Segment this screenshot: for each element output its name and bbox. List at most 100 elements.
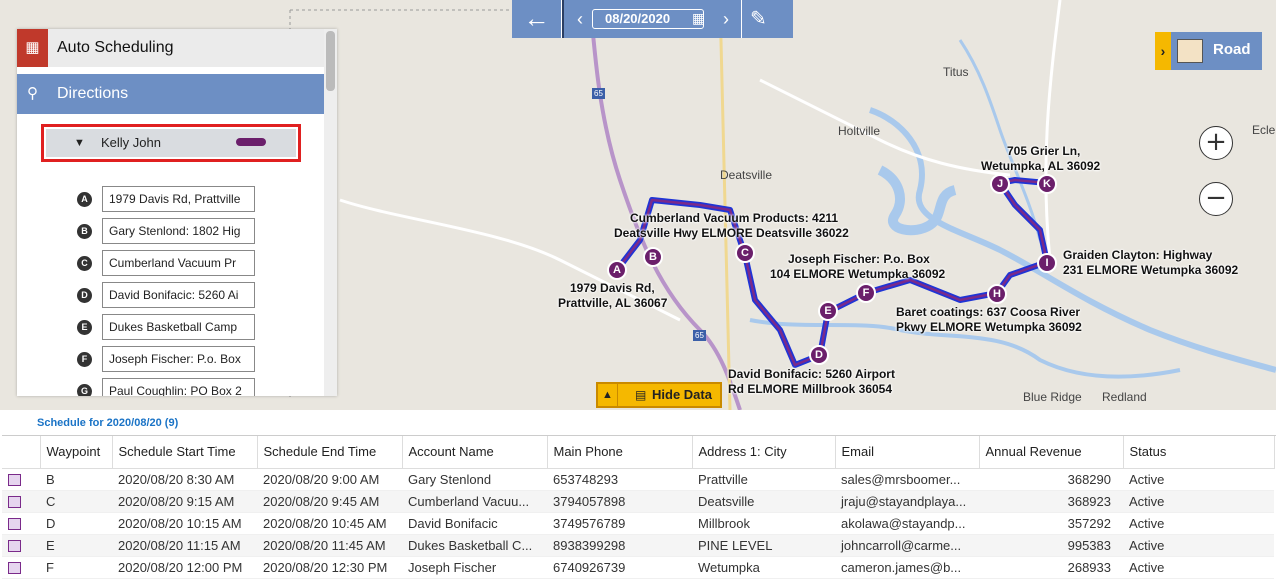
zoom-out-button[interactable]: − xyxy=(1199,182,1233,216)
map-type-button[interactable]: › Road xyxy=(1155,32,1262,70)
driver-route-row[interactable]: ▼ Kelly John xyxy=(41,124,301,162)
chevron-right-icon[interactable]: › xyxy=(716,0,736,38)
calendar-icon[interactable]: ▦ xyxy=(692,10,705,27)
panel-scrollbar[interactable] xyxy=(324,29,337,396)
waypoint-marker[interactable]: C xyxy=(735,243,755,263)
chevron-up-icon[interactable]: ▲ xyxy=(598,384,618,406)
column-header[interactable]: Status xyxy=(1123,436,1275,469)
auto-scheduling-label: Auto Scheduling xyxy=(57,39,174,56)
column-header[interactable]: Email xyxy=(835,436,980,469)
column-header[interactable]: Schedule Start Time xyxy=(112,436,258,469)
schedule-table: Waypoint Schedule Start Time Schedule En… xyxy=(2,436,1275,579)
chevron-left-icon[interactable]: ‹ xyxy=(570,0,590,38)
auto-scheduling-header[interactable]: ▦ Auto Scheduling xyxy=(17,29,324,67)
table-cell: Millbrook xyxy=(692,512,835,535)
table-cell: Prattville xyxy=(692,468,835,491)
stop-address-input[interactable]: Cumberland Vacuum Pr xyxy=(102,250,255,276)
table-cell: E xyxy=(40,534,112,557)
table-row[interactable]: F 2020/08/20 12:00 PM 2020/08/20 12:30 P… xyxy=(2,556,1274,579)
highway-shield: 65 xyxy=(693,330,706,341)
table-cell: Cumberland Vacuu... xyxy=(402,490,547,513)
waypoint-marker[interactable]: E xyxy=(818,301,838,321)
scrollbar-thumb[interactable] xyxy=(326,31,335,91)
column-header[interactable]: Account Name xyxy=(402,436,548,469)
route-label-d: David Bonifacic: 5260 Airport Rd ELMORE M… xyxy=(728,367,895,396)
table-cell: sales@mrsboomer... xyxy=(835,468,979,491)
record-icon[interactable] xyxy=(8,473,21,486)
table-cell: 2020/08/20 9:00 AM xyxy=(257,468,402,491)
stop-letter: G xyxy=(77,384,92,396)
stop-letter: C xyxy=(77,256,92,271)
table-cell: David Bonifacic xyxy=(402,512,547,535)
route-label-c: Cumberland Vacuum Products: 4211 Deatsvil… xyxy=(614,211,849,240)
waypoint-marker[interactable]: A xyxy=(607,260,627,280)
record-icon[interactable] xyxy=(8,495,21,508)
waypoint-marker[interactable]: F xyxy=(856,283,876,303)
record-icon[interactable] xyxy=(8,561,21,574)
zoom-in-button[interactable]: + xyxy=(1199,126,1233,160)
route-label-f: Joseph Fischer: P.o. Box 104 ELMORE Wetum… xyxy=(770,252,946,281)
waypoint-marker[interactable]: K xyxy=(1037,174,1057,194)
table-cell: Active xyxy=(1123,468,1274,491)
waypoint-marker[interactable]: H xyxy=(987,284,1007,304)
table-cell: 268933 xyxy=(979,556,1123,579)
place-label: Deatsville xyxy=(720,168,773,182)
table-cell: C xyxy=(40,490,112,513)
table-row[interactable]: E 2020/08/20 11:15 AM 2020/08/20 11:45 A… xyxy=(2,534,1274,557)
waypoint-marker[interactable]: I xyxy=(1037,253,1057,273)
hide-data-label: Hide Data xyxy=(652,387,712,402)
table-row[interactable]: C 2020/08/20 9:15 AM 2020/08/20 9:45 AM … xyxy=(2,490,1274,513)
route-stop: B Gary Stenlond: 1802 Hig xyxy=(77,218,255,244)
stop-letter: D xyxy=(77,288,92,303)
waypoint-marker[interactable]: B xyxy=(643,247,663,267)
table-cell: 2020/08/20 10:15 AM xyxy=(112,512,257,535)
waypoint-marker[interactable]: J xyxy=(990,174,1010,194)
driver-name: Kelly John xyxy=(101,135,161,150)
record-icon[interactable] xyxy=(8,517,21,530)
date-field[interactable]: 08/20/2020 xyxy=(592,9,704,29)
record-icon[interactable] xyxy=(8,539,21,552)
table-cell: akolawa@stayandp... xyxy=(835,512,979,535)
table-cell: 653748293 xyxy=(547,468,692,491)
column-header[interactable]: Main Phone xyxy=(547,436,693,469)
column-header[interactable]: Waypoint xyxy=(40,436,113,469)
waypoint-marker[interactable]: D xyxy=(809,345,829,365)
stop-address-input[interactable]: David Bonifacic: 5260 Ai xyxy=(102,282,255,308)
table-cell: 357292 xyxy=(979,512,1123,535)
column-header-select xyxy=(2,436,41,469)
table-cell: B xyxy=(40,468,112,491)
column-header[interactable]: Schedule End Time xyxy=(257,436,403,469)
route-label-i: Graiden Clayton: Highway 231 ELMORE Wetum… xyxy=(1063,248,1239,277)
hide-data-button[interactable]: ▲ ▤ Hide Data xyxy=(596,382,722,408)
route-color-swatch[interactable] xyxy=(236,138,266,146)
stop-address-input[interactable]: Gary Stenlond: 1802 Hig xyxy=(102,218,255,244)
place-label: Ecle xyxy=(1252,123,1276,137)
stop-address-input[interactable]: Dukes Basketball Camp xyxy=(102,314,255,340)
clipboard-edit-icon[interactable]: ✎ xyxy=(750,6,778,32)
stop-address-input[interactable]: 1979 Davis Rd, Prattville xyxy=(102,186,255,212)
stop-address-input[interactable]: Paul Coughlin: PO Box 2 xyxy=(102,378,255,396)
schedule-grid: Waypoint Schedule Start Time Schedule En… xyxy=(2,435,1276,581)
table-cell: Deatsville xyxy=(692,490,835,513)
table-row[interactable]: D 2020/08/20 10:15 AM 2020/08/20 10:45 A… xyxy=(2,512,1274,535)
stop-letter: B xyxy=(77,224,92,239)
chevron-right-icon[interactable]: › xyxy=(1155,32,1171,70)
column-header[interactable]: Address 1: City xyxy=(692,436,836,469)
schedule-title[interactable]: Schedule for 2020/08/20 (9) xyxy=(37,417,178,429)
table-cell: 3794057898 xyxy=(547,490,692,513)
directions-header[interactable]: ⚲ Directions xyxy=(17,74,324,114)
date-toolbar: ← ‹ 08/20/2020 ▦ › ✎ xyxy=(512,0,793,38)
stop-address-input[interactable]: Joseph Fischer: P.o. Box xyxy=(102,346,255,372)
caret-down-icon[interactable]: ▼ xyxy=(74,137,85,149)
table-cell: Wetumpka xyxy=(692,556,835,579)
stop-letter: E xyxy=(77,320,92,335)
table-row[interactable]: B 2020/08/20 8:30 AM 2020/08/20 9:00 AM … xyxy=(2,468,1274,491)
table-cell: PINE LEVEL xyxy=(692,534,835,557)
column-header[interactable]: Annual Revenue xyxy=(979,436,1124,469)
arrow-left-icon[interactable]: ← xyxy=(512,0,562,38)
table-icon: ▤ xyxy=(635,388,647,402)
route-stop: A 1979 Davis Rd, Prattville xyxy=(77,186,255,212)
route-label-h: Baret coatings: 637 Coosa River Pkwy ELMO… xyxy=(896,305,1082,334)
table-cell: 2020/08/20 11:45 AM xyxy=(257,534,402,557)
table-cell: Gary Stenlond xyxy=(402,468,547,491)
